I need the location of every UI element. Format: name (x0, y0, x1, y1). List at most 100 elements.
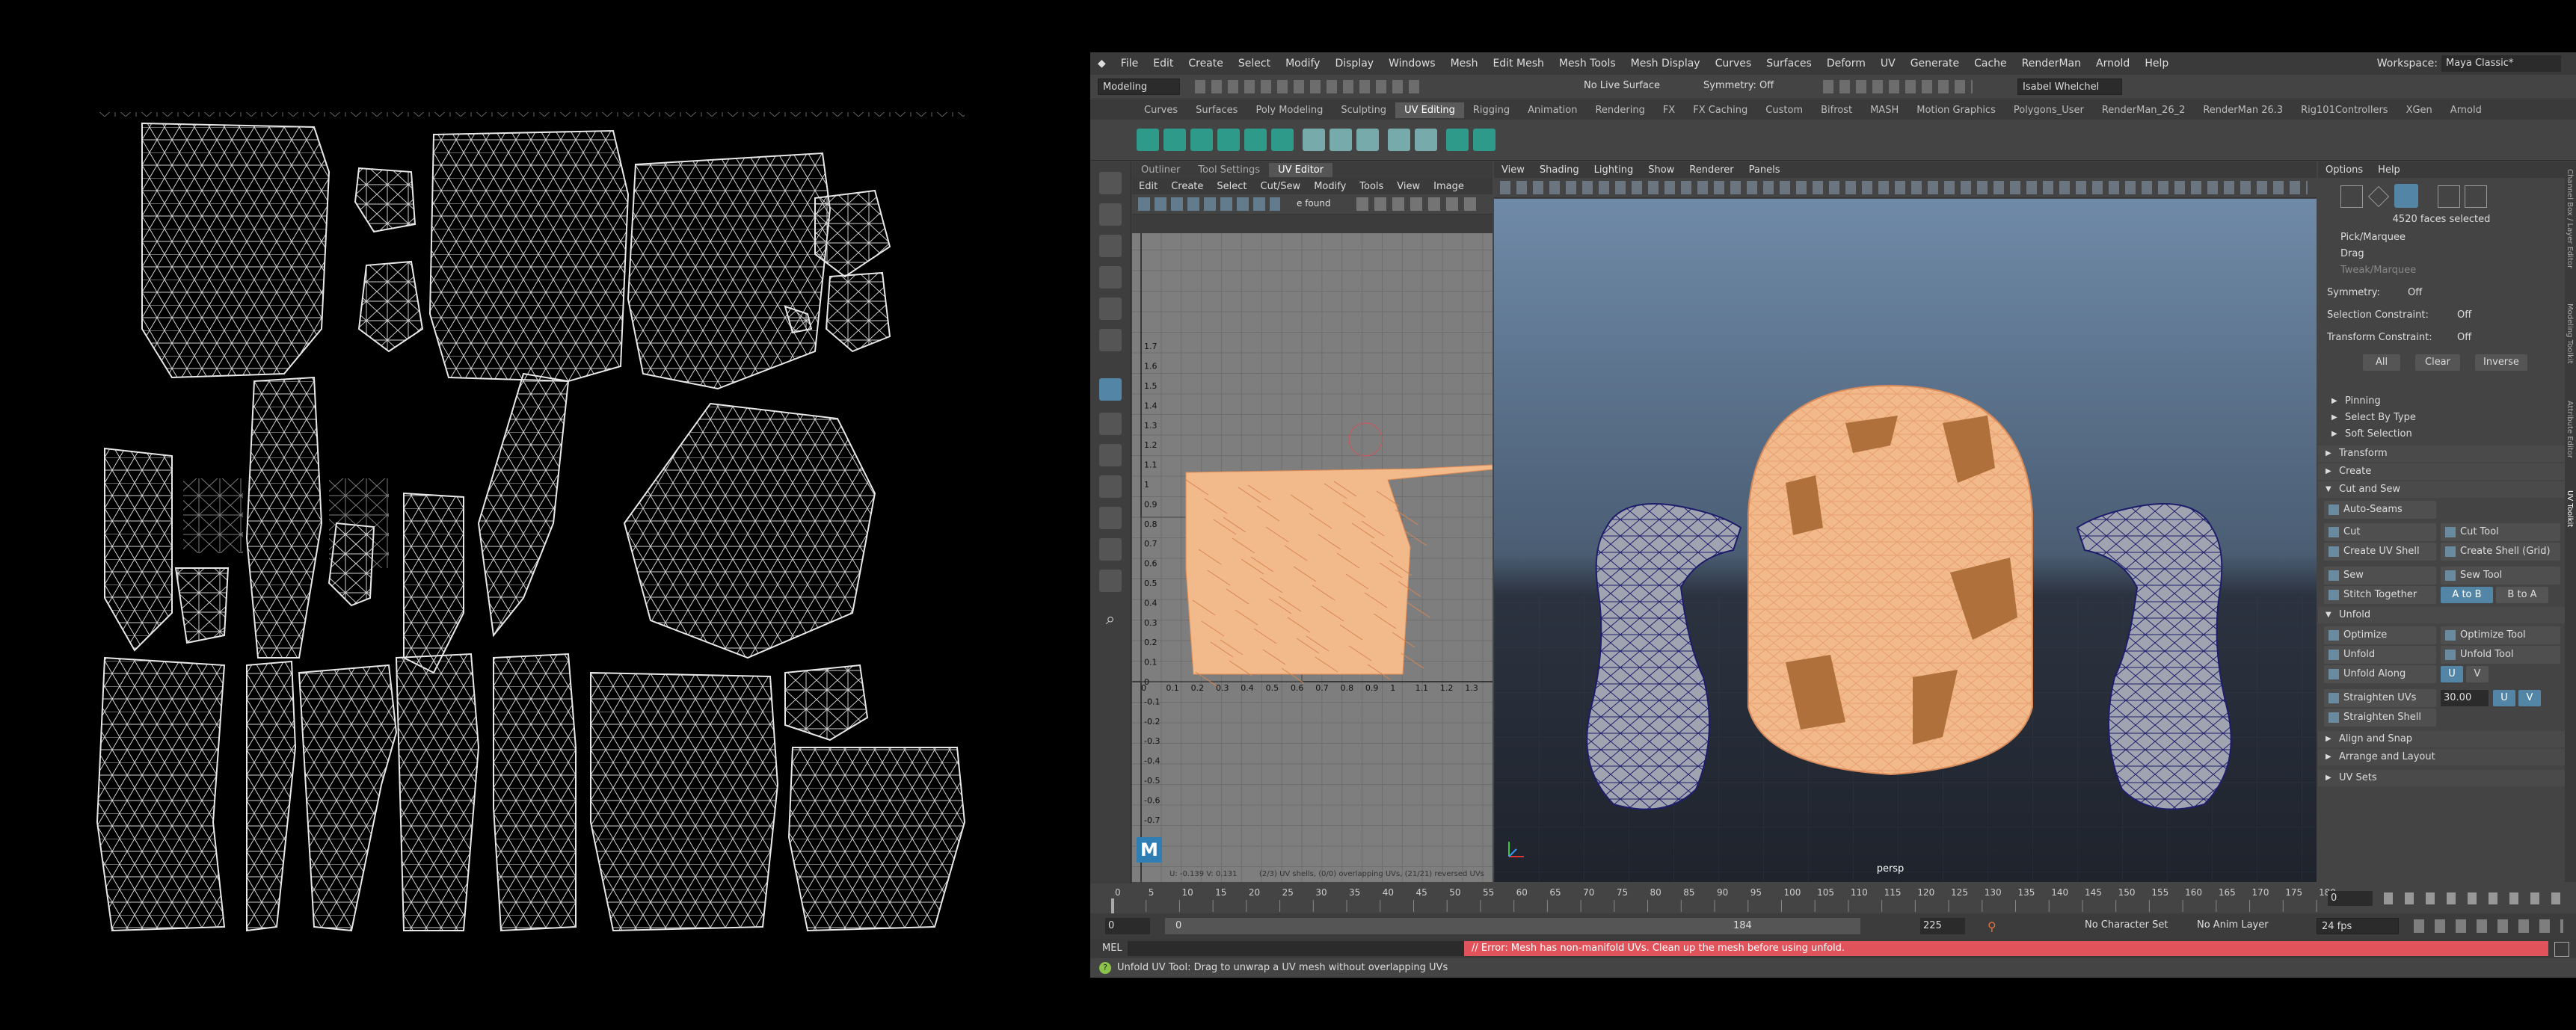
menu-windows[interactable]: Windows (1381, 58, 1443, 70)
menu-display[interactable]: Display (1327, 58, 1381, 70)
symmetry-status[interactable]: Symmetry: Off (1703, 80, 1774, 91)
scale-tool-icon[interactable] (1099, 329, 1122, 351)
mel-label[interactable]: MEL (1102, 943, 1122, 954)
optimize-tool-button[interactable]: Optimize Tool (2441, 626, 2560, 644)
edge-mode-icon[interactable] (2367, 185, 2390, 208)
optimize-button[interactable]: Optimize (2324, 626, 2436, 644)
side-tab-uv-toolkit[interactable]: UV Toolkit (2566, 490, 2574, 527)
lasso-tool-icon[interactable] (1099, 203, 1122, 226)
unfold-button[interactable]: Unfold (2324, 646, 2436, 664)
vp-menu-lighting[interactable]: Lighting (1587, 164, 1641, 176)
shelf-icon-cylindrical[interactable] (1163, 129, 1186, 151)
shelf-icon-move-sew[interactable] (1356, 129, 1379, 151)
auto-seams-button[interactable]: Auto-Seams (2324, 501, 2436, 519)
uv-menu-view[interactable]: View (1390, 181, 1427, 192)
shelf-icon-contour[interactable] (1271, 129, 1294, 151)
unfold-section[interactable]: ▼ Unfold (2318, 607, 2565, 623)
outliner-layout-icon[interactable] (1099, 475, 1122, 498)
range-right-icons[interactable] (2414, 919, 2563, 933)
arrange-layout-section[interactable]: ▶ Arrange and Layout (2318, 749, 2565, 765)
shelf-tab-renderman-26-3[interactable]: RenderMan 26.3 (2194, 102, 2292, 118)
menu-help[interactable]: Help (2137, 58, 2176, 70)
menu-mesh-display[interactable]: Mesh Display (1623, 58, 1708, 70)
shelf-tab-rigging[interactable]: Rigging (1464, 102, 1519, 118)
straighten-angle-field[interactable]: 30.00 (2441, 690, 2489, 706)
b-to-a-toggle[interactable]: B to A (2496, 587, 2548, 603)
shelf-tab-xgen[interactable]: XGen (2397, 102, 2441, 118)
shelf-icon-unfold[interactable] (1388, 129, 1410, 151)
uv-shell-mode-icon[interactable] (2465, 185, 2487, 208)
uv-menu-modify[interactable]: Modify (1307, 181, 1353, 192)
select-inverse-button[interactable]: Inverse (2475, 354, 2527, 371)
shelf-icon-cut[interactable] (1303, 129, 1325, 151)
straighten-u-toggle[interactable]: U (2493, 690, 2515, 706)
transform-constraint-value[interactable]: Off (2457, 329, 2471, 347)
menu-arnold[interactable]: Arnold (2088, 58, 2137, 70)
uv-mode-icon[interactable] (2438, 185, 2460, 208)
pick-marquee-radio[interactable]: Pick/Marquee (2318, 229, 2565, 247)
move-tool-icon[interactable] (1099, 266, 1122, 289)
shelf-tab-curves[interactable]: Curves (1135, 102, 1187, 118)
a-to-b-toggle[interactable]: A to B (2441, 587, 2493, 603)
uv-menu-select[interactable]: Select (1210, 181, 1253, 192)
statusline-icons[interactable] (1195, 80, 1419, 93)
select-tool-icon[interactable] (1099, 172, 1122, 194)
straighten-v-toggle[interactable]: V (2518, 690, 2541, 706)
command-input[interactable] (1128, 941, 1464, 956)
menu-modify[interactable]: Modify (1278, 58, 1327, 70)
shelf-tab-polygons-user[interactable]: Polygons_User (2005, 102, 2093, 118)
tab-uv-editor[interactable]: UV Editor (1269, 162, 1333, 177)
unfold-tool-button[interactable]: Unfold Tool (2441, 646, 2560, 664)
character-set-dropdown[interactable]: No Character Set (2085, 919, 2168, 931)
anim-layer-dropdown[interactable]: No Anim Layer (2197, 919, 2269, 931)
shelf-tab-sculpting[interactable]: Sculpting (1332, 102, 1395, 118)
drag-radio[interactable]: Drag (2318, 245, 2565, 263)
shelf-tab-animation[interactable]: Animation (1519, 102, 1586, 118)
shelf-tab-surfaces[interactable]: Surfaces (1187, 102, 1246, 118)
cut-tool-button[interactable]: Cut Tool (2441, 523, 2560, 541)
menu-create[interactable]: Create (1181, 58, 1231, 70)
select-all-button[interactable]: All (2363, 354, 2400, 371)
script-editor-icon[interactable] (2554, 942, 2569, 957)
shelf-tab-rendering[interactable]: Rendering (1586, 102, 1653, 118)
four-pane-icon[interactable] (1099, 413, 1122, 435)
menu-cache[interactable]: Cache (1967, 58, 2014, 70)
shelf-icon-spherical[interactable] (1190, 129, 1213, 151)
create-uv-shell-button[interactable]: Create UV Shell (2324, 543, 2436, 561)
rotate-tool-icon[interactable] (1099, 297, 1122, 320)
toolkit-menu-help[interactable]: Help (2370, 164, 2408, 176)
uv-toolbar-icons[interactable] (1138, 197, 1280, 211)
list-layout-icon[interactable] (1099, 538, 1122, 561)
range-start-field[interactable]: 0 (1105, 918, 1150, 934)
uv-menu-tools[interactable]: Tools (1353, 181, 1390, 192)
layout-icon[interactable] (1099, 444, 1122, 466)
menu-renderman[interactable]: RenderMan (2014, 58, 2088, 70)
uv-menu-create[interactable]: Create (1164, 181, 1210, 192)
vp-menu-renderer[interactable]: Renderer (1682, 164, 1741, 176)
create-section[interactable]: ▶ Create (2318, 463, 2565, 480)
uv-grid-view[interactable]: 1.7 1.6 1.5 1.4 1.3 1.2 1.1 1 0.9 0.8 0.7 0.6 0.5 0.4… (1120, 64, 1745, 970)
menu-deform[interactable]: Deform (1819, 58, 1873, 70)
vp-menu-show[interactable]: Show (1641, 164, 1682, 176)
tab-tool-settings[interactable]: Tool Settings (1189, 163, 1269, 177)
uv-menu-edit[interactable]: Edit (1132, 181, 1164, 192)
viewport-toolbar-icons[interactable] (1500, 181, 2308, 194)
shelf-tab-custom[interactable]: Custom (1756, 102, 1812, 118)
vp-menu-shading[interactable]: Shading (1532, 164, 1587, 176)
shelf-tab-renderman-26-2[interactable]: RenderMan_26_2 (2093, 102, 2195, 118)
single-pane-icon[interactable] (1099, 378, 1122, 401)
menu-curves[interactable]: Curves (1708, 58, 1759, 70)
selection-constraint-value[interactable]: Off (2457, 306, 2471, 324)
soft-selection-section[interactable]: ▶ Soft Selection (2324, 426, 2565, 442)
vp-menu-panels[interactable]: Panels (1742, 164, 1788, 176)
align-snap-section[interactable]: ▶ Align and Snap (2318, 731, 2565, 747)
vertex-mode-icon[interactable] (2340, 185, 2363, 208)
transform-section[interactable]: ▶ Transform (2318, 445, 2565, 462)
search-icon[interactable]: ⌕ (1099, 610, 1122, 632)
toolkit-menu-options[interactable]: Options (2318, 164, 2370, 176)
select-clear-button[interactable]: Clear (2415, 354, 2460, 371)
mode-dropdown[interactable]: Modeling (1098, 78, 1180, 95)
maya-logo-icon[interactable]: ◆ (1090, 58, 1113, 70)
cut-and-sew-section[interactable]: ▼ Cut and Sew (2318, 481, 2565, 498)
side-tab-attribute-editor[interactable]: Attribute Editor (2566, 401, 2574, 458)
